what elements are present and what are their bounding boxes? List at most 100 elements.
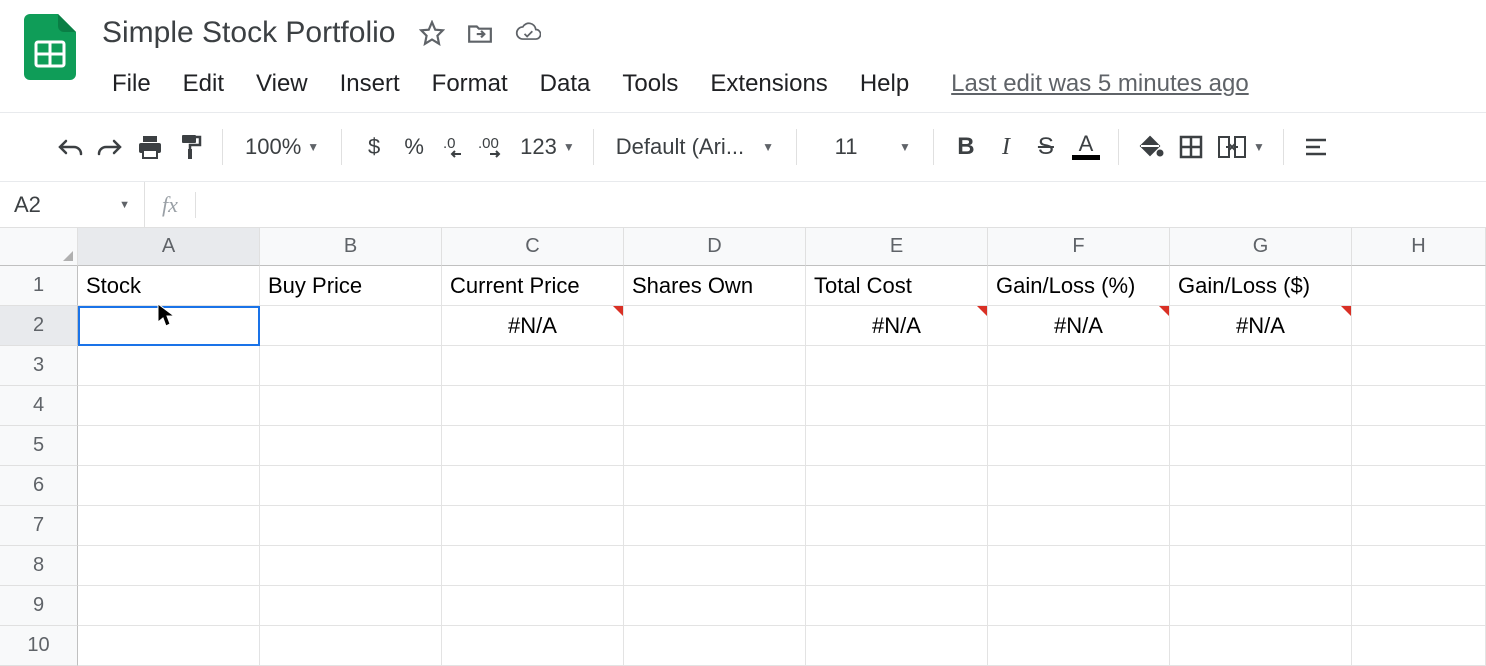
cell-G1[interactable]: Gain/Loss ($): [1170, 266, 1352, 306]
column-header-D[interactable]: D: [624, 228, 806, 266]
column-header-G[interactable]: G: [1170, 228, 1352, 266]
cell-C9[interactable]: [442, 586, 624, 626]
cell-G5[interactable]: [1170, 426, 1352, 466]
row-header-7[interactable]: 7: [0, 506, 78, 546]
cell-E3[interactable]: [806, 346, 988, 386]
increase-decimal-button[interactable]: .00: [474, 127, 514, 167]
cell-F8[interactable]: [988, 546, 1170, 586]
row-header-9[interactable]: 9: [0, 586, 78, 626]
row-header-3[interactable]: 3: [0, 346, 78, 386]
cell-A2[interactable]: [78, 306, 260, 346]
move-to-folder-icon[interactable]: [467, 20, 493, 46]
cell-H10[interactable]: [1352, 626, 1486, 666]
cell-C10[interactable]: [442, 626, 624, 666]
cell-G2[interactable]: #N/A: [1170, 306, 1352, 346]
cell-D7[interactable]: [624, 506, 806, 546]
cell-F5[interactable]: [988, 426, 1170, 466]
merge-cells-dropdown[interactable]: ▼: [1211, 135, 1271, 159]
cell-D10[interactable]: [624, 626, 806, 666]
cell-F1[interactable]: Gain/Loss (%): [988, 266, 1170, 306]
cell-F3[interactable]: [988, 346, 1170, 386]
cell-F9[interactable]: [988, 586, 1170, 626]
cell-C7[interactable]: [442, 506, 624, 546]
cell-H4[interactable]: [1352, 386, 1486, 426]
cell-A5[interactable]: [78, 426, 260, 466]
row-header-10[interactable]: 10: [0, 626, 78, 666]
cloud-status-icon[interactable]: [515, 20, 541, 46]
format-percent-button[interactable]: %: [394, 127, 434, 167]
name-box[interactable]: A2 ▼: [0, 182, 145, 227]
cell-A7[interactable]: [78, 506, 260, 546]
select-all-corner[interactable]: [0, 228, 78, 266]
menu-data[interactable]: Data: [526, 64, 605, 104]
column-header-F[interactable]: F: [988, 228, 1170, 266]
fill-color-button[interactable]: [1131, 127, 1171, 167]
italic-button[interactable]: I: [986, 127, 1026, 167]
cell-B1[interactable]: Buy Price: [260, 266, 442, 306]
cell-C8[interactable]: [442, 546, 624, 586]
cell-H9[interactable]: [1352, 586, 1486, 626]
formula-input[interactable]: [196, 182, 1486, 227]
cell-G7[interactable]: [1170, 506, 1352, 546]
menu-view[interactable]: View: [242, 64, 322, 104]
menu-tools[interactable]: Tools: [608, 64, 692, 104]
horizontal-align-button[interactable]: [1296, 127, 1336, 167]
cell-D1[interactable]: Shares Own: [624, 266, 806, 306]
cell-B10[interactable]: [260, 626, 442, 666]
cell-A4[interactable]: [78, 386, 260, 426]
cell-F7[interactable]: [988, 506, 1170, 546]
star-icon[interactable]: [419, 20, 445, 46]
cell-F6[interactable]: [988, 466, 1170, 506]
cell-B3[interactable]: [260, 346, 442, 386]
column-header-H[interactable]: H: [1352, 228, 1486, 266]
cell-A6[interactable]: [78, 466, 260, 506]
cell-G4[interactable]: [1170, 386, 1352, 426]
cell-H2[interactable]: [1352, 306, 1486, 346]
cell-H5[interactable]: [1352, 426, 1486, 466]
cell-F4[interactable]: [988, 386, 1170, 426]
cell-E2[interactable]: #N/A: [806, 306, 988, 346]
document-title[interactable]: Simple Stock Portfolio: [98, 14, 399, 52]
cell-G8[interactable]: [1170, 546, 1352, 586]
cell-D2[interactable]: [624, 306, 806, 346]
cell-B4[interactable]: [260, 386, 442, 426]
row-header-2[interactable]: 2: [0, 306, 78, 346]
cell-E5[interactable]: [806, 426, 988, 466]
column-header-B[interactable]: B: [260, 228, 442, 266]
last-edit-link[interactable]: Last edit was 5 minutes ago: [951, 70, 1249, 98]
cell-B2[interactable]: [260, 306, 442, 346]
cell-A9[interactable]: [78, 586, 260, 626]
cell-C3[interactable]: [442, 346, 624, 386]
cell-D3[interactable]: [624, 346, 806, 386]
cell-C5[interactable]: [442, 426, 624, 466]
paint-format-button[interactable]: [170, 127, 210, 167]
cell-C4[interactable]: [442, 386, 624, 426]
cell-A8[interactable]: [78, 546, 260, 586]
borders-button[interactable]: [1171, 127, 1211, 167]
zoom-dropdown[interactable]: 100% ▼: [235, 134, 329, 160]
column-header-A[interactable]: A: [78, 228, 260, 266]
cell-H3[interactable]: [1352, 346, 1486, 386]
print-button[interactable]: [130, 127, 170, 167]
cell-D5[interactable]: [624, 426, 806, 466]
column-header-E[interactable]: E: [806, 228, 988, 266]
menu-insert[interactable]: Insert: [326, 64, 414, 104]
number-format-dropdown[interactable]: 123 ▼: [514, 134, 581, 160]
menu-format[interactable]: Format: [418, 64, 522, 104]
cell-C6[interactable]: [442, 466, 624, 506]
menu-help[interactable]: Help: [846, 64, 923, 104]
cell-D9[interactable]: [624, 586, 806, 626]
cell-B7[interactable]: [260, 506, 442, 546]
font-size-dropdown[interactable]: 11 ▼: [809, 134, 921, 160]
cell-E1[interactable]: Total Cost: [806, 266, 988, 306]
strikethrough-button[interactable]: S: [1026, 127, 1066, 167]
cell-B5[interactable]: [260, 426, 442, 466]
sheets-logo[interactable]: [20, 12, 80, 82]
row-header-4[interactable]: 4: [0, 386, 78, 426]
menu-edit[interactable]: Edit: [169, 64, 238, 104]
decrease-decimal-button[interactable]: .0: [434, 127, 474, 167]
cell-C1[interactable]: Current Price: [442, 266, 624, 306]
cell-G6[interactable]: [1170, 466, 1352, 506]
cell-B9[interactable]: [260, 586, 442, 626]
text-color-button[interactable]: A: [1066, 127, 1106, 167]
